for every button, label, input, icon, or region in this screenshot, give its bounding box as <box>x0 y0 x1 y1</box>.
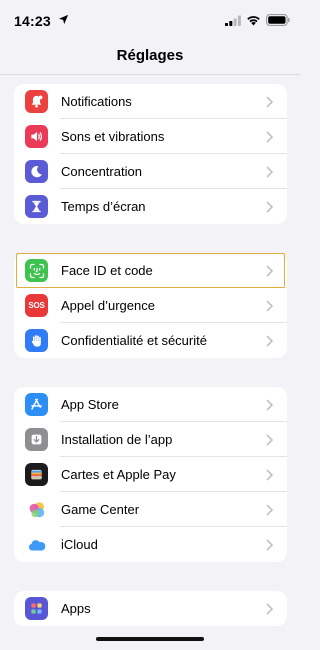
settings-row-label: Apps <box>61 601 91 616</box>
chevron-right-icon <box>266 131 273 142</box>
settings-row-label: Game Center <box>61 502 140 517</box>
apps-grid-icon <box>25 597 48 620</box>
game-center-icon <box>25 498 48 521</box>
sos-icon: SOS <box>25 294 48 317</box>
settings-row-app-store[interactable]: App Store <box>14 387 287 422</box>
settings-row-wallet[interactable]: Cartes et Apple Pay <box>14 457 287 492</box>
header-divider <box>0 74 300 75</box>
location-arrow-icon <box>58 14 69 25</box>
settings-row-label: Appel d’urgence <box>61 298 155 313</box>
settings-row-label: iCloud <box>61 537 98 552</box>
page-title: Réglages <box>116 47 184 64</box>
chevron-right-icon <box>266 265 273 276</box>
home-indicator[interactable] <box>96 637 204 641</box>
settings-row-focus[interactable]: Concentration <box>14 154 287 189</box>
settings-row-emergency-sos[interactable]: SOS Appel d’urgence <box>14 288 287 323</box>
settings-row-app-download[interactable]: Installation de l’app <box>14 422 287 457</box>
settings-row-label: Concentration <box>61 164 142 179</box>
settings-row-icloud[interactable]: iCloud <box>14 527 287 562</box>
settings-group-apps: Apps <box>14 591 287 626</box>
wallet-icon <box>25 463 48 486</box>
settings-row-label: App Store <box>61 397 119 412</box>
chevron-right-icon <box>266 335 273 346</box>
status-bar: 14:23 <box>0 0 300 40</box>
hand-icon <box>25 329 48 352</box>
settings-group-apps-services: App Store Installation de l’app Cartes e <box>14 387 287 562</box>
download-icon <box>25 428 48 451</box>
face-id-icon <box>25 259 48 282</box>
settings-row-label: Cartes et Apple Pay <box>61 467 176 482</box>
settings-row-privacy[interactable]: Confidentialité et sécurité <box>14 323 287 358</box>
speaker-icon <box>25 125 48 148</box>
settings-row-notifications[interactable]: Notifications <box>14 84 287 119</box>
cloud-icon <box>25 533 48 556</box>
chevron-right-icon <box>266 504 273 515</box>
settings-group-security: Face ID et code SOS Appel d’urgence Conf… <box>14 253 287 358</box>
settings-row-label: Installation de l’app <box>61 432 173 447</box>
status-time: 14:23 <box>14 13 51 29</box>
wifi-icon <box>247 15 260 25</box>
settings-row-label: Temps d’écran <box>61 199 146 214</box>
settings-row-label: Sons et vibrations <box>61 129 165 144</box>
settings-row-sounds[interactable]: Sons et vibrations <box>14 119 287 154</box>
app-store-icon <box>25 393 48 416</box>
moon-icon <box>25 160 48 183</box>
chevron-right-icon <box>266 166 273 177</box>
chevron-right-icon <box>266 300 273 311</box>
sos-icon-text: SOS <box>28 301 45 310</box>
chevron-right-icon <box>266 603 273 614</box>
settings-row-label: Face ID et code <box>61 263 153 278</box>
settings-row-game-center[interactable]: Game Center <box>14 492 287 527</box>
chevron-right-icon <box>266 434 273 445</box>
settings-row-label: Confidentialité et sécurité <box>61 333 207 348</box>
cellular-signal-icon <box>225 15 241 26</box>
chevron-right-icon <box>266 96 273 107</box>
hourglass-icon <box>25 195 48 218</box>
chevron-right-icon <box>266 469 273 480</box>
settings-row-label: Notifications <box>61 94 132 109</box>
chevron-right-icon <box>266 201 273 212</box>
chevron-right-icon <box>266 539 273 550</box>
settings-row-face-id[interactable]: Face ID et code <box>14 253 287 288</box>
bell-icon <box>25 90 48 113</box>
settings-group-general: Notifications Sons et vibrations Concent… <box>14 84 287 224</box>
chevron-right-icon <box>266 399 273 410</box>
settings-row-screen-time[interactable]: Temps d’écran <box>14 189 287 224</box>
status-indicators <box>225 14 290 26</box>
battery-icon <box>266 14 290 26</box>
settings-row-apps[interactable]: Apps <box>14 591 287 626</box>
